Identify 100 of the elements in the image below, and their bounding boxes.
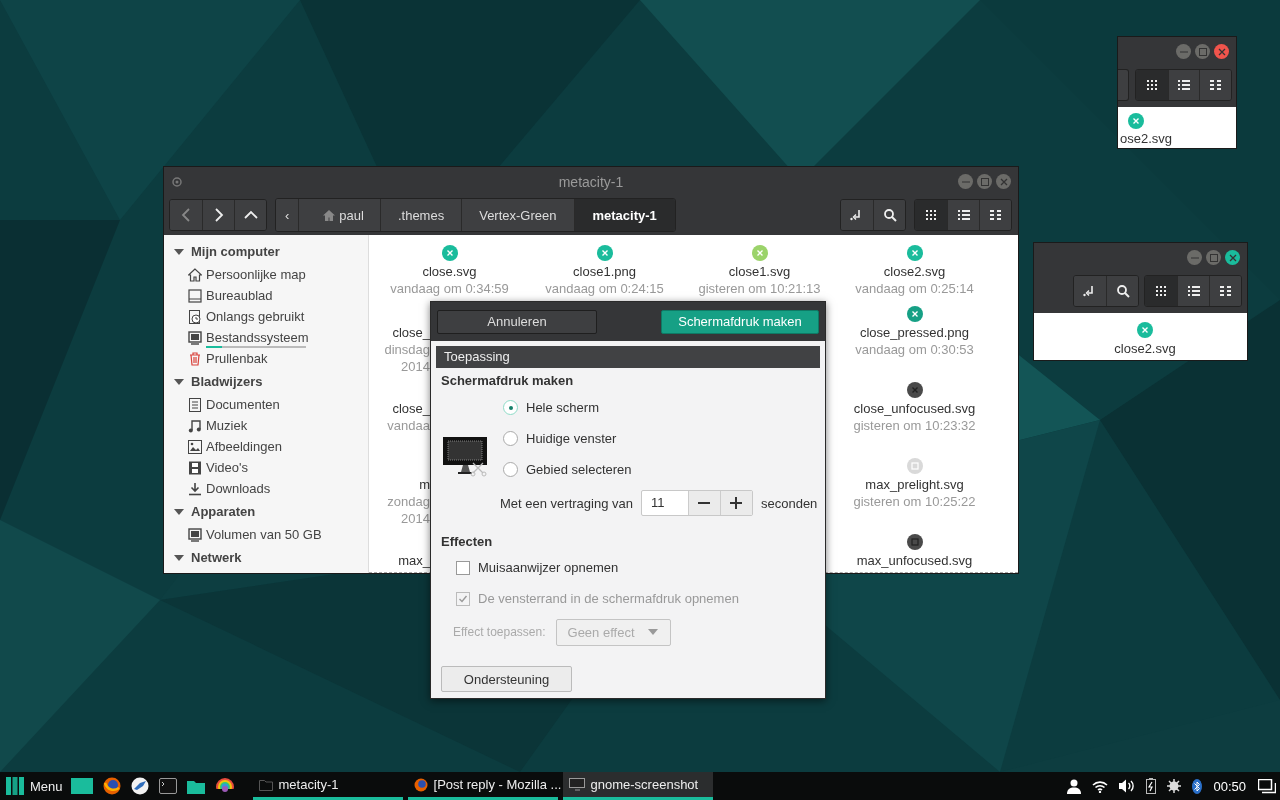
- compact-view-button[interactable]: [979, 200, 1011, 230]
- breadcrumb-button[interactable]: metacity-1: [573, 199, 675, 231]
- terminal-icon[interactable]: [158, 778, 177, 794]
- close-button[interactable]: [1225, 250, 1240, 265]
- checkbox-label: De vensterrand in de schermafdruk opnemen: [478, 591, 739, 606]
- file-date: 2014: [401, 358, 430, 375]
- file-date: gisteren om 10:21:13: [698, 280, 821, 297]
- bluetooth-icon[interactable]: [1192, 778, 1203, 794]
- close-icon: [999, 177, 1008, 186]
- menu-button[interactable]: Menu: [30, 778, 63, 794]
- file-name[interactable]: close1.svg: [728, 263, 791, 280]
- radio-button[interactable]: [503, 400, 518, 415]
- search-icon: [1115, 284, 1130, 298]
- radio-button[interactable]: [503, 462, 518, 477]
- drive-icon: [188, 330, 202, 345]
- file-name[interactable]: close_pressed.png: [859, 324, 970, 341]
- file-name[interactable]: close1.png: [573, 263, 636, 280]
- file-name[interactable]: close_: [392, 400, 430, 417]
- icons-view-button[interactable]: [915, 200, 947, 230]
- file-name[interactable]: close.svg: [422, 263, 477, 280]
- expander-icon[interactable]: [174, 376, 184, 387]
- file-name[interactable]: close2.svg: [883, 263, 946, 280]
- expander-icon[interactable]: [174, 246, 184, 257]
- columns-icon: [1209, 79, 1222, 91]
- search-button[interactable]: [1106, 276, 1138, 306]
- volume-icon[interactable]: [1119, 779, 1136, 793]
- expander-icon[interactable]: [174, 552, 184, 563]
- icon-view-button[interactable]: [1135, 70, 1168, 100]
- checkbox[interactable]: [456, 560, 470, 575]
- delay-label: Met een vertraging van: [500, 495, 633, 511]
- radio-button[interactable]: [503, 431, 518, 446]
- sidebar-item[interactable]: Bestandssysteem: [206, 330, 309, 345]
- radio-label: Hele scherm: [526, 400, 599, 415]
- list-icon: [1187, 285, 1200, 297]
- battery-icon[interactable]: [1146, 778, 1157, 794]
- up-button[interactable]: [234, 200, 266, 230]
- sidebar-item[interactable]: Video's: [206, 460, 248, 475]
- sidebar-item[interactable]: Onlangs gebruikt: [206, 309, 305, 324]
- help-button[interactable]: Ondersteuning: [441, 666, 572, 692]
- monitor-icon: [568, 778, 585, 791]
- brightness-icon[interactable]: [1167, 779, 1182, 793]
- file-name[interactable]: close_: [392, 324, 430, 341]
- clock-icon: [188, 309, 202, 324]
- window-list-icon[interactable]: [1258, 778, 1276, 794]
- search-button[interactable]: [873, 200, 905, 230]
- clock[interactable]: 00:50: [1213, 778, 1246, 794]
- file-name[interactable]: max_unfocused.svg: [856, 552, 973, 569]
- icon-view-button[interactable]: [1145, 276, 1177, 306]
- globe-icon: [413, 777, 428, 792]
- section-title: Effecten: [441, 533, 493, 551]
- effect-label: Effect toepassen:: [453, 625, 546, 639]
- file-name[interactable]: close2.svg: [1114, 340, 1176, 357]
- cancel-button[interactable]: Annuleren: [437, 309, 597, 334]
- file-date: 2014: [401, 510, 430, 527]
- sidebar-item[interactable]: Muziek: [206, 418, 248, 433]
- file-name[interactable]: max_prelight.svg: [865, 476, 964, 493]
- file-date: vandaag om 0:30:53: [855, 341, 974, 358]
- file-date: vandaag om 0:24:15: [545, 280, 664, 297]
- radio-label: Gebied selecteren: [526, 462, 632, 477]
- file-name[interactable]: max_: [398, 552, 430, 569]
- grid-icon: [1155, 285, 1167, 297]
- columns-icon: [1219, 285, 1232, 297]
- close-button[interactable]: [1214, 44, 1229, 59]
- list-icon: [1177, 79, 1190, 91]
- sidebar-item[interactable]: Afbeeldingen: [206, 439, 282, 454]
- caret-icon: [647, 629, 658, 635]
- sidebar-item[interactable]: Volumen van 50 GB: [206, 527, 322, 542]
- columns-icon: [989, 209, 1002, 221]
- sidebar-item[interactable]: Documenten: [206, 397, 280, 412]
- globe-icon[interactable]: [102, 777, 121, 795]
- close-icon: [1217, 47, 1226, 56]
- close-file-icon: [1128, 113, 1144, 129]
- user-icon[interactable]: [1067, 778, 1082, 794]
- bird-icon[interactable]: [130, 777, 149, 795]
- radio-label: Huidige venster: [526, 431, 617, 446]
- taskbar-window-button[interactable]: gnome-screenshot: [562, 772, 713, 800]
- compact-view-button[interactable]: [1199, 70, 1231, 100]
- window-title: metacity-1: [558, 174, 624, 190]
- file-name[interactable]: close_unfocused.svg: [853, 400, 976, 417]
- show-desktop-icon[interactable]: [70, 778, 93, 794]
- compact-view-button[interactable]: [1209, 276, 1241, 306]
- file-name[interactable]: m: [419, 476, 430, 493]
- grid-icon: [925, 209, 937, 221]
- file-name[interactable]: ose2.svg: [1120, 131, 1173, 146]
- sidebar-item[interactable]: Downloads: [206, 481, 271, 496]
- sidebar-heading: Bladwijzers: [191, 374, 263, 389]
- expander-icon[interactable]: [174, 506, 184, 517]
- monitor-scissors-icon: [443, 437, 489, 477]
- sidebar-item[interactable]: Prullenbak: [206, 351, 268, 366]
- desktop-icon: [188, 288, 202, 303]
- download-icon: [188, 481, 202, 496]
- wifi-icon[interactable]: [1092, 779, 1109, 793]
- sidebar-item[interactable]: Persoonlijke map: [206, 267, 306, 282]
- menu-logo-icon[interactable]: [6, 777, 24, 795]
- folder-icon[interactable]: [186, 778, 205, 794]
- rainbow-icon[interactable]: [214, 777, 235, 795]
- file-date: vandaag om 0:25:14: [855, 280, 974, 297]
- close-file-icon: [1137, 322, 1153, 338]
- taskbar-window-button[interactable]: metacity-1: [252, 772, 403, 800]
- sidebar-item[interactable]: Bureaublad: [206, 288, 273, 303]
